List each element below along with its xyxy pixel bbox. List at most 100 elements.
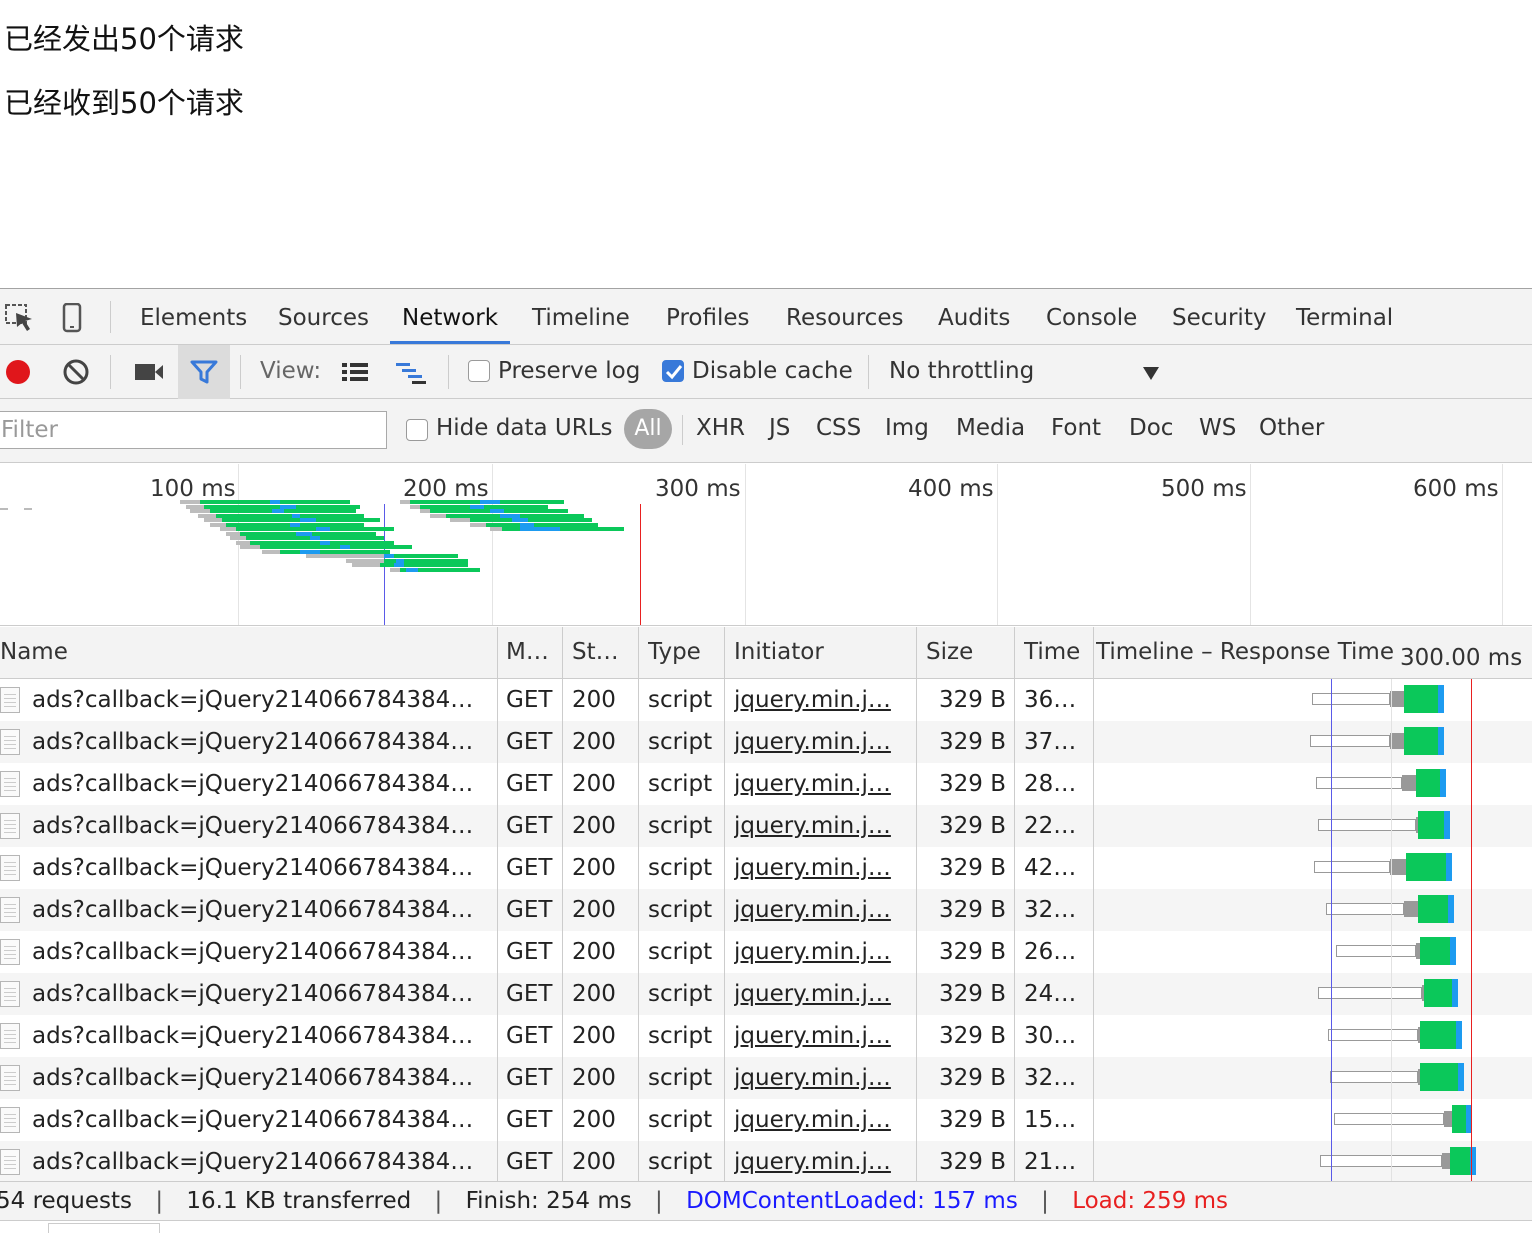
filter-type-all[interactable]: All: [624, 409, 672, 449]
tab-sources[interactable]: Sources: [278, 289, 369, 344]
request-initiator-link[interactable]: jquery.min.j…: [734, 1141, 910, 1183]
request-initiator-link[interactable]: jquery.min.j…: [734, 805, 910, 847]
preserve-log-checkbox[interactable]: [468, 360, 490, 382]
overview-download-segment: [500, 513, 520, 518]
filter-input[interactable]: Filter: [0, 411, 387, 449]
tab-audits[interactable]: Audits: [938, 289, 1010, 344]
request-type: script: [648, 687, 713, 713]
overview-receive-segment: [320, 536, 384, 540]
overview-receive-segment: [534, 522, 598, 527]
filter-type-font[interactable]: Font: [1051, 415, 1101, 441]
column-header-type[interactable]: Type: [648, 627, 720, 679]
request-initiator-link[interactable]: jquery.min.j…: [734, 889, 910, 931]
table-row[interactable]: ads?callback=jQuery214066784384… GET 200 sc…: [0, 847, 1532, 889]
table-row[interactable]: ads?callback=jQuery214066784384… GET 200 sc…: [0, 805, 1532, 847]
table-row[interactable]: ads?callback=jQuery214066784384… GET 200 sc…: [0, 1099, 1532, 1141]
hide-data-urls-checkbox[interactable]: [406, 419, 428, 441]
request-size: 329 B: [939, 1065, 1006, 1091]
filter-type-doc[interactable]: Doc: [1129, 415, 1173, 441]
network-overview[interactable]: 100 ms 200 ms 300 ms 400 ms 500 ms 600 m…: [0, 464, 1532, 626]
overview-waterfall-icon[interactable]: [394, 361, 428, 389]
overview-queued-segment: [190, 509, 210, 513]
filter-type-ws[interactable]: WS: [1199, 415, 1236, 441]
table-row[interactable]: ads?callback=jQuery214066784384… GET 200 sc…: [0, 1057, 1532, 1099]
summary-separator: |: [434, 1188, 443, 1214]
disable-cache-checkbox[interactable]: [662, 360, 684, 382]
request-time: 32…: [1024, 1065, 1077, 1091]
table-row[interactable]: ads?callback=jQuery214066784384… GET 200 sc…: [0, 889, 1532, 931]
filter-type-js[interactable]: JS: [769, 415, 790, 441]
overview-queued-segment: [410, 504, 420, 509]
request-initiator-link[interactable]: jquery.min.j…: [734, 763, 910, 805]
column-header-name[interactable]: Name: [0, 627, 490, 679]
dropdown-triangle-icon: [1142, 365, 1160, 385]
column-header-initiator[interactable]: Initiator: [734, 627, 910, 679]
large-rows-icon[interactable]: [340, 361, 370, 387]
tab-profiles[interactable]: Profiles: [666, 289, 750, 344]
filter-icon: [190, 359, 218, 389]
waterfall-receiving-bar: [1404, 685, 1438, 713]
device-mode-icon[interactable]: [62, 302, 84, 337]
table-row[interactable]: ads?callback=jQuery214066784384… GET 200 sc…: [0, 679, 1532, 721]
waterfall-download-bar: [1446, 853, 1452, 881]
tab-network[interactable]: Network: [390, 289, 511, 344]
column-header-method[interactable]: M…: [506, 627, 558, 679]
record-icon[interactable]: [4, 358, 32, 390]
filter-type-xhr[interactable]: XHR: [696, 415, 745, 441]
filter-toggle-button[interactable]: [178, 345, 230, 399]
table-row[interactable]: ads?callback=jQuery214066784384… GET 200 sc…: [0, 1141, 1532, 1183]
table-row[interactable]: ads?callback=jQuery214066784384… GET 200 sc…: [0, 973, 1532, 1015]
column-header-timeline[interactable]: Timeline – Response Time: [1096, 627, 1398, 679]
overview-receive-segment: [320, 549, 390, 554]
capture-screenshots-icon[interactable]: [134, 361, 164, 387]
overview-tick: 500 ms: [1161, 476, 1247, 502]
table-row[interactable]: ads?callback=jQuery214066784384… GET 200 sc…: [0, 721, 1532, 763]
waterfall-receiving-bar: [1406, 853, 1446, 881]
overview-receive-segment: [528, 518, 592, 522]
overview-receive-segment: [484, 504, 548, 509]
tab-terminal[interactable]: Terminal: [1296, 289, 1393, 344]
column-divider: [638, 627, 639, 1181]
filter-type-css[interactable]: CSS: [816, 415, 861, 441]
table-row[interactable]: ads?callback=jQuery214066784384… GET 200 sc…: [0, 931, 1532, 973]
tab-elements[interactable]: Elements: [140, 289, 247, 344]
filter-type-media[interactable]: Media: [956, 415, 1025, 441]
request-time: 26…: [1024, 939, 1077, 965]
waterfall-download-bar: [1444, 811, 1450, 839]
clear-icon[interactable]: [62, 358, 90, 390]
request-initiator-link[interactable]: jquery.min.j…: [734, 1099, 910, 1141]
devtools-panel: Elements Sources Network Timeline Profil…: [0, 288, 1532, 1233]
column-header-size[interactable]: Size: [926, 627, 1006, 679]
overview-queued-segment: [262, 549, 280, 554]
tab-timeline[interactable]: Timeline: [532, 289, 630, 344]
tab-console[interactable]: Console: [1046, 289, 1137, 344]
throttling-select[interactable]: No throttling: [880, 351, 1170, 393]
request-initiator-link[interactable]: jquery.min.j…: [734, 973, 910, 1015]
request-initiator-link[interactable]: jquery.min.j…: [734, 1057, 910, 1099]
request-name: ads?callback=jQuery214066784384…: [32, 981, 474, 1007]
request-initiator-link[interactable]: jquery.min.j…: [734, 679, 910, 721]
tab-resources[interactable]: Resources: [786, 289, 903, 344]
tab-security[interactable]: Security: [1172, 289, 1266, 344]
column-header-status[interactable]: St…: [572, 627, 634, 679]
request-status: 200: [572, 1149, 616, 1175]
waterfall-receiving-bar: [1404, 727, 1438, 755]
request-status: 200: [572, 687, 616, 713]
request-initiator-link[interactable]: jquery.min.j…: [734, 1015, 910, 1057]
table-row[interactable]: ads?callback=jQuery214066784384… GET 200 sc…: [0, 1015, 1532, 1057]
waterfall-download-bar: [1456, 1021, 1462, 1049]
request-initiator-link[interactable]: jquery.min.j…: [734, 931, 910, 973]
summary-load: Load: 259 ms: [1072, 1188, 1229, 1214]
overview-download-segment: [300, 518, 316, 522]
document-icon: [0, 1107, 20, 1133]
table-row[interactable]: ads?callback=jQuery214066784384… GET 200 sc…: [0, 763, 1532, 805]
column-header-time[interactable]: Time: [1024, 627, 1090, 679]
inspect-element-icon[interactable]: [4, 303, 36, 337]
overview-receive-segment: [500, 500, 564, 504]
summary-finish: Finish: 254 ms: [465, 1188, 632, 1214]
request-initiator-link[interactable]: jquery.min.j…: [734, 721, 910, 763]
overview-receive-segment: [404, 563, 468, 567]
filter-type-img[interactable]: Img: [885, 415, 929, 441]
request-initiator-link[interactable]: jquery.min.j…: [734, 847, 910, 889]
filter-type-other[interactable]: Other: [1259, 415, 1324, 441]
